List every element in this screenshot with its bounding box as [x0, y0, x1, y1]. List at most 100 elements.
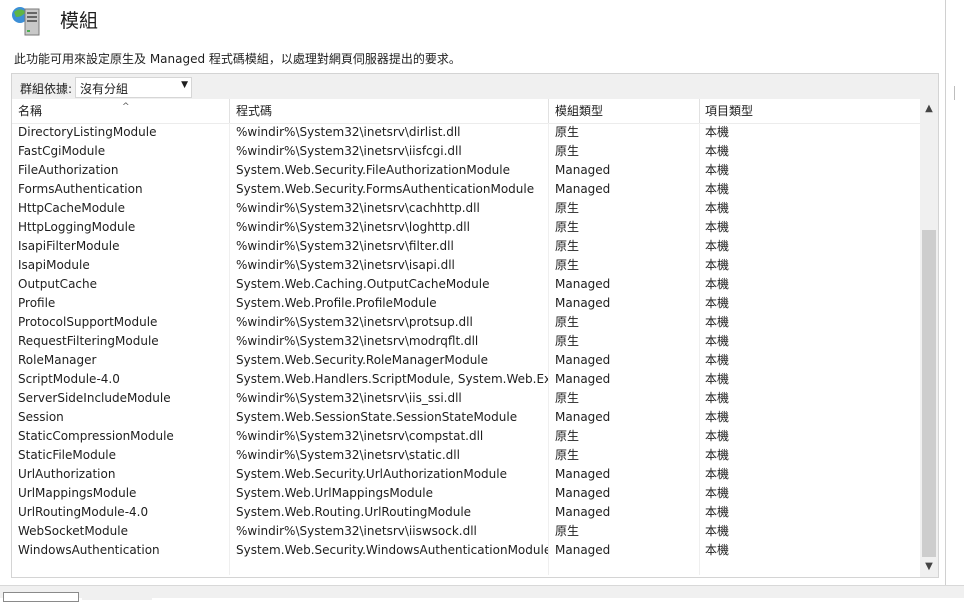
module-name-cell: ProtocolSupportModule: [18, 315, 158, 329]
module-name-cell: DirectoryListingModule: [18, 125, 157, 139]
content-view-tab[interactable]: [82, 592, 152, 600]
module-name-cell: IsapiModule: [18, 258, 90, 272]
table-row[interactable]: FileAuthorization System.Web.Security.Fil…: [12, 161, 920, 180]
table-row[interactable]: DirectoryListingModule %windir%\System32\…: [12, 123, 920, 142]
module-name-cell: StaticCompressionModule: [18, 429, 174, 443]
module-name-cell: OutputCache: [18, 277, 98, 291]
column-divider[interactable]: [229, 99, 230, 123]
module-type-cell: Managed: [555, 543, 611, 557]
group-by-dropdown[interactable]: 沒有分組 ▼: [75, 77, 192, 98]
table-row[interactable]: ProtocolSupportModule %windir%\System32\i…: [12, 313, 920, 332]
module-code-cell: System.Web.Security.FormsAuthenticationM…: [236, 182, 535, 196]
table-row[interactable]: Session System.Web.SessionState.SessionSt…: [12, 408, 920, 427]
module-code-cell: System.Web.Caching.OutputCacheModule: [236, 277, 490, 291]
module-type-cell: 原生: [555, 448, 580, 462]
module-type-cell: Managed: [555, 296, 611, 310]
table-row[interactable]: FastCgiModule %windir%\System32\inetsrv\i…: [12, 142, 920, 161]
table-row[interactable]: StaticCompressionModule %windir%\System32…: [12, 427, 920, 446]
entry-type-cell: 本機: [705, 391, 730, 405]
column-header-module-type[interactable]: 模組類型: [555, 99, 695, 123]
entry-type-cell: 本機: [705, 353, 730, 367]
scroll-down-arrow-icon[interactable]: ▼: [920, 558, 938, 576]
entry-type-cell: 本機: [705, 296, 730, 310]
module-type-cell: Managed: [555, 410, 611, 424]
table-row[interactable]: IsapiModule %windir%\System32\inetsrv\isa…: [12, 256, 920, 275]
module-code-cell: %windir%\System32\inetsrv\isapi.dll: [236, 258, 455, 272]
group-by-label: 群組依據:: [20, 82, 73, 96]
module-name-cell: Session: [18, 410, 64, 424]
module-type-cell: Managed: [555, 182, 611, 196]
entry-type-cell: 本機: [705, 277, 730, 291]
module-name-cell: FileAuthorization: [18, 163, 119, 177]
scroll-up-arrow-icon[interactable]: ▲: [920, 100, 938, 118]
scrollbar-thumb[interactable]: [922, 230, 936, 557]
module-type-cell: 原生: [555, 391, 580, 405]
entry-type-cell: 本機: [705, 410, 730, 424]
table-row[interactable]: ScriptModule-4.0 System.Web.Handlers.Scri…: [12, 370, 920, 389]
table-row[interactable]: UrlRoutingModule-4.0 System.Web.Routing.U…: [12, 503, 920, 522]
module-name-cell: FormsAuthentication: [18, 182, 143, 196]
entry-type-cell: 本機: [705, 144, 730, 158]
column-header-entry-type[interactable]: 項目類型: [705, 99, 855, 123]
sort-ascending-icon: ^: [122, 102, 130, 112]
module-name-cell: ServerSideIncludeModule: [18, 391, 171, 405]
table-row[interactable]: UrlMappingsModule System.Web.UrlMappingsM…: [12, 484, 920, 503]
entry-type-cell: 本機: [705, 448, 730, 462]
module-code-cell: System.Web.Profile.ProfileModule: [236, 296, 437, 310]
module-code-cell: %windir%\System32\inetsrv\iisfcgi.dll: [236, 144, 462, 158]
table-row[interactable]: UrlAuthorization System.Web.Security.UrlA…: [12, 465, 920, 484]
module-type-cell: Managed: [555, 163, 611, 177]
module-type-cell: 原生: [555, 201, 580, 215]
table-row[interactable]: OutputCache System.Web.Caching.OutputCach…: [12, 275, 920, 294]
module-type-cell: Managed: [555, 372, 611, 386]
modules-list-panel: 群組依據: 沒有分組 ▼ 名稱 ^ 程式碼 模組類型 項目類型 Director…: [11, 73, 939, 597]
vertical-scrollbar[interactable]: ▲ ▼: [920, 99, 938, 577]
entry-type-cell: 本機: [705, 182, 730, 196]
column-divider[interactable]: [699, 99, 700, 123]
module-type-cell: Managed: [555, 353, 611, 367]
module-code-cell: System.Web.UrlMappingsModule: [236, 486, 433, 500]
module-name-cell: WebSocketModule: [18, 524, 128, 538]
entry-type-cell: 本機: [705, 163, 730, 177]
module-code-cell: %windir%\System32\inetsrv\iiswsock.dll: [236, 524, 477, 538]
chevron-down-icon: ▼: [181, 80, 188, 90]
module-code-cell: System.Web.Handlers.ScriptModule, System…: [236, 372, 548, 386]
module-name-cell: IsapiFilterModule: [18, 239, 120, 253]
table-row[interactable]: RoleManager System.Web.Security.RoleManag…: [12, 351, 920, 370]
module-type-cell: 原生: [555, 125, 580, 139]
table-row[interactable]: IsapiFilterModule %windir%\System32\inets…: [12, 237, 920, 256]
module-code-cell: %windir%\System32\inetsrv\modrqflt.dll: [236, 334, 479, 348]
modules-list: DirectoryListingModule %windir%\System32\…: [12, 123, 920, 560]
table-row[interactable]: HttpCacheModule %windir%\System32\inetsrv…: [12, 199, 920, 218]
module-type-cell: Managed: [555, 505, 611, 519]
module-code-cell: %windir%\System32\inetsrv\filter.dll: [236, 239, 454, 253]
entry-type-cell: 本機: [705, 543, 730, 557]
modules-server-icon: [10, 3, 46, 37]
module-name-cell: UrlRoutingModule-4.0: [18, 505, 149, 519]
entry-type-cell: 本機: [705, 220, 730, 234]
module-code-cell: System.Web.SessionState.SessionStateModu…: [236, 410, 518, 424]
column-divider[interactable]: [548, 99, 549, 123]
module-code-cell: %windir%\System32\inetsrv\protsup.dll: [236, 315, 473, 329]
module-code-cell: %windir%\System32\inetsrv\cachhttp.dll: [236, 201, 480, 215]
module-name-cell: UrlMappingsModule: [18, 486, 137, 500]
module-type-cell: 原生: [555, 334, 580, 348]
table-row[interactable]: Profile System.Web.Profile.ProfileModule M…: [12, 294, 920, 313]
module-type-cell: 原生: [555, 220, 580, 234]
column-header-name[interactable]: 名稱 ^: [18, 99, 228, 123]
page-description: 此功能可用來設定原生及 Managed 程式碼模組，以處理對網頁伺服器提出的要求…: [14, 52, 461, 66]
table-row[interactable]: ServerSideIncludeModule %windir%\System32…: [12, 389, 920, 408]
table-row[interactable]: RequestFilteringModule %windir%\System32\…: [12, 332, 920, 351]
table-row[interactable]: WindowsAuthentication System.Web.Security…: [12, 541, 920, 560]
table-row[interactable]: WebSocketModule %windir%\System32\inetsrv…: [12, 522, 920, 541]
column-header-name-label: 名稱: [18, 104, 43, 118]
module-name-cell: RoleManager: [18, 353, 97, 367]
features-view-tab[interactable]: [3, 592, 79, 602]
table-row[interactable]: StaticFileModule %windir%\System32\inetsr…: [12, 446, 920, 465]
table-row[interactable]: FormsAuthentication System.Web.Security.F…: [12, 180, 920, 199]
table-row[interactable]: HttpLoggingModule %windir%\System32\inets…: [12, 218, 920, 237]
module-code-cell: %windir%\System32\inetsrv\loghttp.dll: [236, 220, 470, 234]
column-header-code[interactable]: 程式碼: [236, 99, 546, 123]
module-code-cell: %windir%\System32\inetsrv\dirlist.dll: [236, 125, 461, 139]
module-type-cell: Managed: [555, 486, 611, 500]
